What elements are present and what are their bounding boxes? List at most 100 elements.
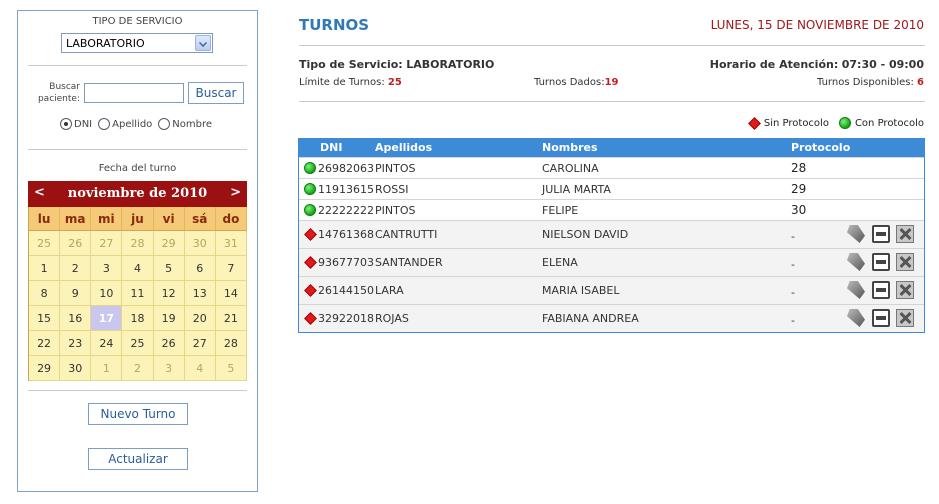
calendar-day[interactable]: 3 (153, 356, 185, 381)
calendar-day[interactable]: 18 (122, 306, 154, 331)
new-turn-button[interactable]: Nuevo Turno (88, 403, 188, 425)
delete-icon[interactable] (896, 281, 914, 299)
calendar-day[interactable]: 29 (153, 231, 185, 256)
calendar-day[interactable]: 27 (91, 231, 123, 256)
cell-apellidos: PINTOS (375, 162, 416, 175)
calendar-day[interactable]: 10 (91, 281, 123, 306)
calendar-day[interactable]: 6 (184, 256, 216, 281)
calendar-day[interactable]: 26 (60, 231, 92, 256)
calendar-day[interactable]: 30 (60, 356, 92, 381)
print-icon[interactable] (872, 225, 890, 243)
calendar-next-button[interactable]: > (230, 185, 241, 200)
calendar-day[interactable]: 4 (122, 256, 154, 281)
radio-apellido-label: Apellido (112, 118, 153, 130)
calendar-day[interactable]: 25 (29, 231, 61, 256)
calendar-day-of-week: mi (91, 207, 123, 231)
print-icon[interactable] (872, 309, 890, 327)
chevron-down-icon[interactable] (195, 35, 211, 51)
attach-icon[interactable] (847, 253, 865, 271)
column-dni: DNI (320, 141, 343, 154)
current-date: LUNES, 15 DE NOVIEMBRE DE 2010 (710, 18, 924, 32)
cell-protocolo: - (791, 258, 795, 271)
calendar-day[interactable]: 28 (122, 231, 154, 256)
cell-apellidos: LARA (375, 284, 404, 297)
calendar-day[interactable]: 27 (184, 331, 216, 356)
attach-icon[interactable] (847, 309, 865, 327)
calendar-day[interactable]: 23 (60, 331, 92, 356)
table-row[interactable]: 26982063 PINTOS CAROLINA 28 (299, 157, 924, 178)
service-type-select[interactable]: LABORATORIO (61, 33, 213, 53)
calendar-day[interactable]: 31 (215, 231, 247, 256)
radio-nombre[interactable] (158, 118, 171, 130)
search-input[interactable] (84, 83, 184, 103)
calendar-day[interactable]: 3 (91, 256, 123, 281)
table-row[interactable]: 11913615 ROSSI JULIA MARTA 29 (299, 178, 924, 199)
calendar-day[interactable]: 12 (153, 281, 185, 306)
calendar-day[interactable]: 9 (60, 281, 92, 306)
calendar: < noviembre de 2010 > lu ma mi ju vi sá do 25 26… (28, 181, 247, 381)
calendar-day[interactable]: 8 (29, 281, 61, 306)
calendar-day[interactable]: 26 (153, 331, 185, 356)
calendar-day[interactable]: 16 (60, 306, 92, 331)
attach-icon[interactable] (847, 225, 865, 243)
calendar-day[interactable]: 2 (60, 256, 92, 281)
calendar-day[interactable]: 29 (29, 356, 61, 381)
calendar-day[interactable]: 13 (184, 281, 216, 306)
legend-without-protocol: Sin Protocolo (763, 117, 829, 129)
calendar-day[interactable]: 19 (153, 306, 185, 331)
calendar-day[interactable]: 28 (215, 331, 247, 356)
table-row[interactable]: 32922018 ROJAS FABIANA ANDREA - (299, 304, 924, 332)
attach-icon[interactable] (847, 281, 865, 299)
cell-apellidos: CANTRUTTI (375, 228, 438, 241)
cell-dni: 26144150 (318, 284, 374, 297)
calendar-day[interactable]: 20 (184, 306, 216, 331)
calendar-day[interactable]: 5 (215, 356, 247, 381)
cell-dni: 32922018 (318, 312, 374, 325)
column-protocolo: Protocolo (791, 141, 851, 154)
radio-dni[interactable] (60, 118, 72, 130)
cell-nombres: NIELSON DAVID (542, 228, 629, 241)
table-row[interactable]: 26144150 LARA MARIA ISABEL - (299, 276, 924, 304)
calendar-day[interactable]: 11 (122, 281, 154, 306)
calendar-day[interactable]: 2 (122, 356, 154, 381)
calendar-day[interactable]: 4 (184, 356, 216, 381)
table-header: DNI Apellidos Nombres Protocolo (299, 138, 924, 157)
calendar-day[interactable]: 24 (91, 331, 123, 356)
green-dot-icon (304, 162, 316, 174)
delete-icon[interactable] (896, 309, 914, 327)
calendar-day[interactable]: 25 (122, 331, 154, 356)
calendar-day[interactable]: 14 (215, 281, 247, 306)
turns-table: DNI Apellidos Nombres Protocolo 26982063… (298, 138, 925, 333)
calendar-day-of-week: lu (29, 207, 61, 231)
print-icon[interactable] (872, 253, 890, 271)
calendar-day[interactable]: 1 (91, 356, 123, 381)
table-row[interactable]: 22222222 PINTOS FELIPE 30 (299, 199, 924, 220)
refresh-button[interactable]: Actualizar (88, 448, 188, 470)
red-diamond-icon (304, 312, 317, 325)
delete-icon[interactable] (896, 225, 914, 243)
cell-dni: 11913615 (318, 183, 374, 196)
column-apellidos: Apellidos (375, 141, 433, 154)
schedule-info: Horario de Atención: 07:30 - 09:00 (709, 58, 924, 71)
red-diamond-icon (304, 256, 317, 269)
table-row[interactable]: 14761368 CANTRUTTI NIELSON DAVID - (299, 220, 924, 248)
calendar-day[interactable]: 5 (153, 256, 185, 281)
print-icon[interactable] (872, 281, 890, 299)
calendar-day-of-week: do (215, 207, 247, 231)
calendar-day[interactable]: 1 (29, 256, 61, 281)
cell-protocolo: 28 (791, 161, 807, 175)
delete-icon[interactable] (896, 253, 914, 271)
table-row[interactable]: 93677703 SANTANDER ELENA - (299, 248, 924, 276)
calendar-day[interactable]: 22 (29, 331, 61, 356)
turns-available-info: Turnos Disponibles: 6 (817, 77, 924, 88)
search-button[interactable]: Buscar (188, 82, 244, 104)
calendar-day[interactable]: 21 (215, 306, 247, 331)
calendar-day[interactable]: 15 (29, 306, 61, 331)
radio-apellido[interactable] (98, 118, 111, 130)
calendar-title: noviembre de 2010 (67, 186, 208, 201)
turn-limit-info: Límite de Turnos: 25 (299, 77, 402, 88)
service-type-label: TIPO DE SERVICIO (92, 16, 183, 27)
calendar-day[interactable]: 30 (184, 231, 216, 256)
calendar-day-selected[interactable]: 17 (91, 306, 123, 331)
calendar-day[interactable]: 7 (215, 256, 247, 281)
